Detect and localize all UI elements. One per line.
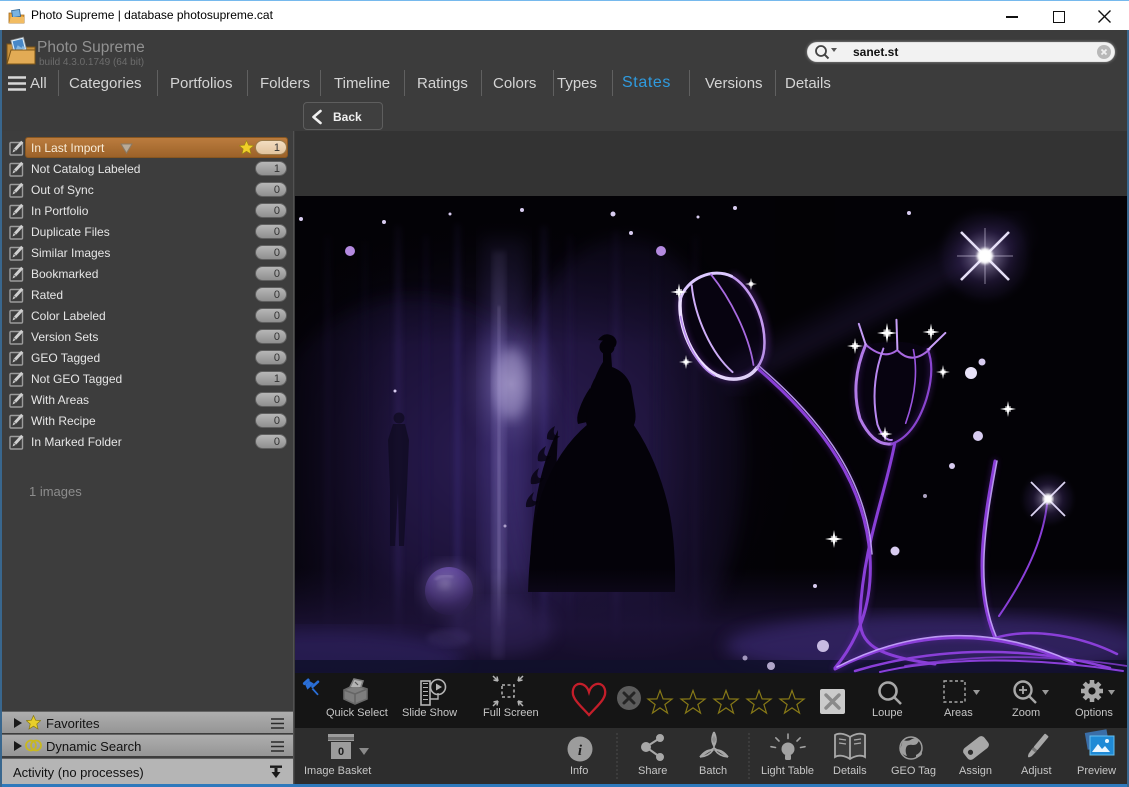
svg-text:0: 0 xyxy=(338,746,344,758)
